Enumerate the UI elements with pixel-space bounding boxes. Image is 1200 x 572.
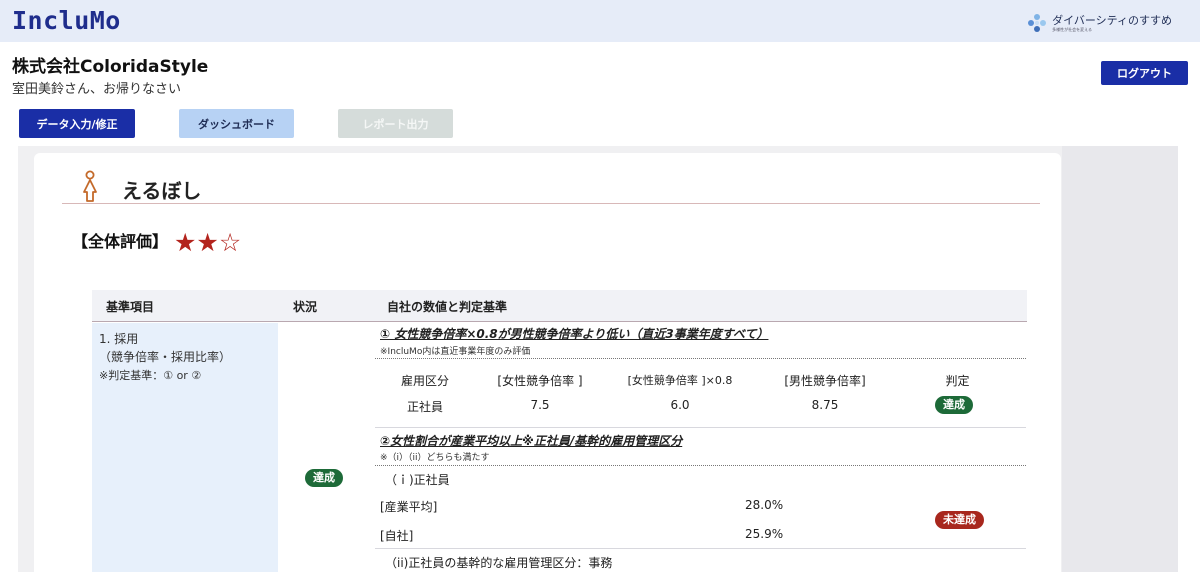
header-status: 状況 — [293, 300, 318, 314]
status-badge-achieved: 達成 — [305, 469, 343, 487]
title-divider — [62, 203, 1040, 204]
judgement-badge-achieved: 達成 — [935, 396, 973, 414]
diversity-link[interactable]: ダイバーシティのすすめ 多様性が社会を変える — [1026, 12, 1172, 34]
sub-criterion-ii: （ii)正社員の基幹的な雇用管理区分：事務 — [385, 556, 613, 570]
company-value: 25.9% — [745, 527, 784, 541]
criterion-2-note: ※（i）（ii）どちらも満たす — [380, 453, 490, 463]
col-male-ratio: [男性競争倍率] — [784, 374, 866, 388]
col-female-ratio-08: [女性競争倍率 ]×0.8 — [627, 374, 733, 387]
criterion-1-divider — [375, 358, 1026, 359]
overall-rating-label: 【全体評価】 — [72, 232, 169, 251]
criterion-1-title: ① 女性競争倍率×0.8が男性競争倍率より低い（直近3事業年度すべて） — [380, 327, 769, 341]
col-judgement: 判定 — [945, 374, 970, 388]
app-logo[interactable]: IncluMo — [12, 6, 121, 35]
diversity-subtitle: 多様性が社会を変える — [1052, 26, 1092, 32]
table-header — [92, 290, 1027, 322]
logout-button[interactable]: ログアウト — [1101, 61, 1188, 85]
company-label: [自社] — [380, 529, 414, 543]
header-company-values: 自社の数値と判定基準 — [387, 300, 508, 314]
row-employment-type: 正社員 — [406, 400, 443, 414]
sub-criterion-i: （ｉ)正社員 — [385, 473, 450, 487]
industry-average-value: 28.0% — [745, 498, 784, 512]
report-output-button[interactable]: レポート出力 — [338, 109, 453, 138]
row-male-ratio: 8.75 — [811, 398, 839, 412]
criterion-2-divider — [375, 465, 1026, 466]
criterion-separator — [375, 427, 1026, 428]
category-subtitle: （競争倍率・採用比率） — [99, 350, 232, 364]
header-criteria: 基準項目 — [106, 300, 155, 314]
sub-criterion-separator — [375, 548, 1026, 549]
top-bar — [0, 0, 1200, 42]
criterion-2-title: ②女性割合が産業平均以上※正社員/基幹的雇用管理区分 — [380, 434, 683, 448]
woman-icon — [83, 170, 97, 202]
category-title: 1. 採用 — [99, 332, 139, 346]
row-female-ratio: 7.5 — [530, 398, 550, 412]
company-name: 株式会社ColoridaStyle — [12, 57, 209, 77]
greeting-text: 室田美鈴さん、お帰りなさい — [12, 82, 182, 97]
data-input-button[interactable]: データ入力/修正 — [19, 109, 135, 138]
content-background-right — [1062, 146, 1178, 572]
dashboard-button[interactable]: ダッシュボード — [179, 109, 294, 138]
diversity-title: ダイバーシティのすすめ — [1052, 13, 1172, 27]
row-female-ratio-08: 6.0 — [670, 398, 690, 412]
col-female-ratio: [女性競争倍率 ] — [497, 374, 583, 388]
card-title: えるぼし — [122, 179, 202, 203]
category-rule: ※判定基準：① or ② — [99, 369, 202, 382]
star-rating: ★★☆ — [174, 228, 242, 257]
diversity-logo-icon — [1028, 14, 1047, 32]
industry-average-label: [産業平均] — [380, 500, 438, 514]
judgement-badge-not-achieved: 未達成 — [935, 511, 984, 529]
col-employment-type: 雇用区分 — [400, 374, 449, 388]
criterion-1-note: ※IncluMo内は直近事業年度のみ評価 — [380, 347, 531, 357]
